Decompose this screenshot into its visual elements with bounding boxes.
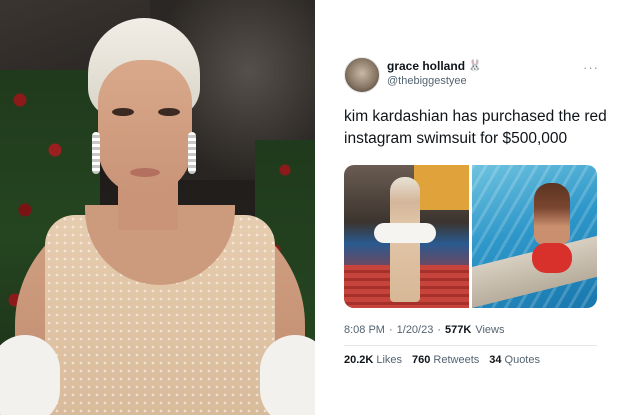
meta-separator: ·: [437, 324, 442, 336]
tweet-meta: 8:08 PM · 1/20/23 · 577K Views: [344, 324, 504, 336]
likes-stat[interactable]: 20.2K Likes: [344, 354, 402, 366]
retweets-stat[interactable]: 760 Retweets: [412, 354, 479, 366]
right-earring: [188, 132, 196, 174]
tweet-text: kim kardashian has purchased the red ins…: [344, 108, 607, 147]
lips: [130, 168, 160, 177]
tweet-media-grid[interactable]: [344, 165, 597, 308]
fur-stole-left: [0, 335, 60, 415]
red-carpet-photo: [0, 0, 315, 415]
media-red-carpet-image[interactable]: [344, 165, 469, 308]
retweets-label: Retweets: [433, 354, 480, 366]
more-horizontal-icon[interactable]: ···: [583, 60, 599, 75]
fur-stole-right: [260, 335, 315, 415]
display-name[interactable]: grace holland 🐰: [387, 59, 482, 73]
left-eye: [112, 108, 134, 116]
woman-back: [534, 183, 570, 245]
tweet-stats: 20.2K Likes 760 Retweets 34 Quotes: [344, 354, 540, 366]
likes-count: 20.2K: [344, 354, 374, 366]
tweet-date[interactable]: 1/20/23: [397, 324, 434, 336]
views-count: 577K: [445, 324, 472, 336]
red-swimsuit: [532, 243, 572, 273]
avatar[interactable]: [344, 57, 380, 93]
left-earring: [92, 132, 100, 174]
white-fur: [374, 223, 436, 243]
media-pool-image[interactable]: [472, 165, 597, 308]
likes-label: Likes: [376, 354, 403, 366]
background-wall: [414, 165, 469, 210]
display-name-text[interactable]: grace holland: [387, 59, 465, 73]
meta-separator: ·: [388, 324, 393, 336]
quotes-count: 34: [489, 354, 502, 366]
quotes-label: Quotes: [504, 354, 540, 366]
right-eye: [158, 108, 180, 116]
tweet-time[interactable]: 8:08 PM: [344, 324, 385, 336]
bunny-emoji-icon: 🐰: [468, 59, 482, 72]
user-handle[interactable]: @thebiggestyee: [387, 75, 467, 87]
tweet-card: grace holland 🐰 @thebiggestyee ··· kim k…: [315, 0, 625, 415]
divider: [344, 345, 597, 346]
retweets-count: 760: [412, 354, 431, 366]
quotes-stat[interactable]: 34 Quotes: [489, 354, 540, 366]
views-label: Views: [475, 324, 505, 336]
